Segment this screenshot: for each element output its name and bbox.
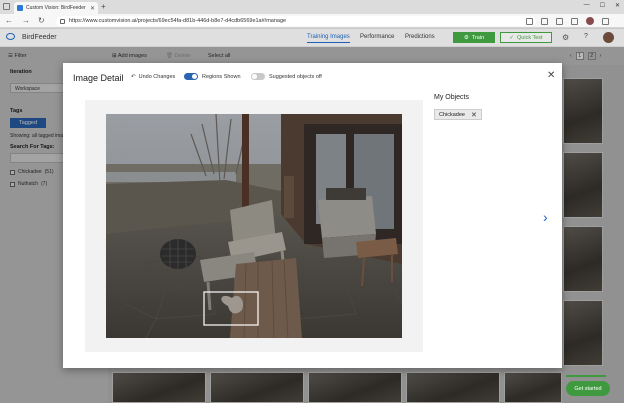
app-header: BirdFeeder Training Images Performance P… [0, 29, 624, 47]
maximize-icon[interactable]: ☐ [600, 2, 605, 9]
check-icon: ✓ [509, 34, 515, 41]
undo-label: Undo Changes [138, 74, 176, 80]
toggle-switch[interactable] [184, 73, 198, 80]
project-name: BirdFeeder [22, 34, 57, 41]
favorites-icon[interactable] [541, 17, 548, 25]
tab-title: Custom Vision: BirdFeeder - Tra [26, 5, 87, 11]
split-screen-icon[interactable] [571, 17, 578, 25]
quick-test-button[interactable]: ✓ Quick Test [500, 32, 552, 43]
undo-icon: ↶ [131, 74, 136, 80]
image-canvas [85, 100, 423, 352]
undo-changes-button[interactable]: ↶ Undo Changes [131, 74, 175, 80]
extensions-icon[interactable] [526, 17, 533, 25]
object-tag-chip: Chickadee ✕ [434, 109, 482, 120]
tab-performance[interactable]: Performance [360, 34, 394, 40]
train-button[interactable]: ⚙ Train [453, 32, 495, 43]
refresh-icon[interactable]: ↻ [38, 16, 45, 26]
minimize-icon[interactable]: — [584, 2, 590, 9]
favicon-icon [17, 5, 23, 11]
new-tab-button[interactable]: + [101, 2, 106, 12]
regions-shown-label: Regions Shown [202, 73, 241, 80]
quick-test-label: Quick Test [517, 34, 543, 41]
settings-gear-icon[interactable]: ⚙ [562, 33, 569, 42]
photo-illustration [106, 114, 402, 338]
browser-tab[interactable]: Custom Vision: BirdFeeder - Tra ✕ [14, 2, 98, 14]
forward-icon[interactable]: → [22, 16, 30, 26]
address-bar-row: ← → ↻ https://www.customvision.ai/projec… [0, 14, 624, 28]
tab-predictions[interactable]: Predictions [405, 34, 435, 40]
gears-icon: ⚙ [463, 34, 469, 41]
train-label: Train [471, 34, 485, 41]
window-controls: — ☐ ✕ [584, 2, 620, 9]
collections-icon[interactable] [556, 17, 563, 25]
back-icon[interactable]: ← [5, 16, 13, 26]
close-window-icon[interactable]: ✕ [615, 2, 620, 9]
close-dialog-icon[interactable]: ✕ [547, 71, 555, 81]
remove-tag-icon[interactable]: ✕ [471, 111, 477, 119]
object-tag-label: Chickadee [439, 111, 465, 118]
url-text: https://www.customvision.ai/projects/69e… [69, 18, 287, 24]
dialog-title: Image Detail [73, 73, 124, 83]
progress-bar [566, 375, 606, 377]
more-icon[interactable] [602, 17, 609, 25]
browser-toolbar [526, 17, 609, 25]
url-field[interactable]: https://www.customvision.ai/projects/69e… [56, 16, 536, 26]
suggested-objects-label: Suggested objects off [269, 73, 322, 80]
tab-actions-icon[interactable] [3, 3, 10, 10]
my-objects-title: My Objects [434, 94, 470, 101]
toggle-switch[interactable] [251, 73, 265, 80]
user-avatar[interactable] [603, 32, 614, 43]
suggested-objects-toggle[interactable]: Suggested objects off [251, 73, 322, 80]
browser-tab-bar: Custom Vision: BirdFeeder - Tra ✕ + — ☐ … [0, 0, 624, 14]
next-image-icon[interactable]: › [543, 210, 548, 224]
help-button[interactable]: ? [584, 33, 588, 40]
profile-icon[interactable] [586, 17, 594, 25]
eye-logo-icon [6, 33, 15, 40]
lock-icon [60, 18, 65, 24]
tab-close-icon[interactable]: ✕ [90, 5, 95, 12]
bird-feeder-photo[interactable] [106, 114, 402, 338]
get-started-button[interactable]: Get started [566, 381, 610, 396]
tab-training-images[interactable]: Training Images [307, 34, 350, 43]
regions-shown-toggle[interactable]: Regions Shown [184, 73, 241, 80]
image-detail-dialog: Image Detail ↶ Undo Changes Regions Show… [63, 63, 562, 368]
